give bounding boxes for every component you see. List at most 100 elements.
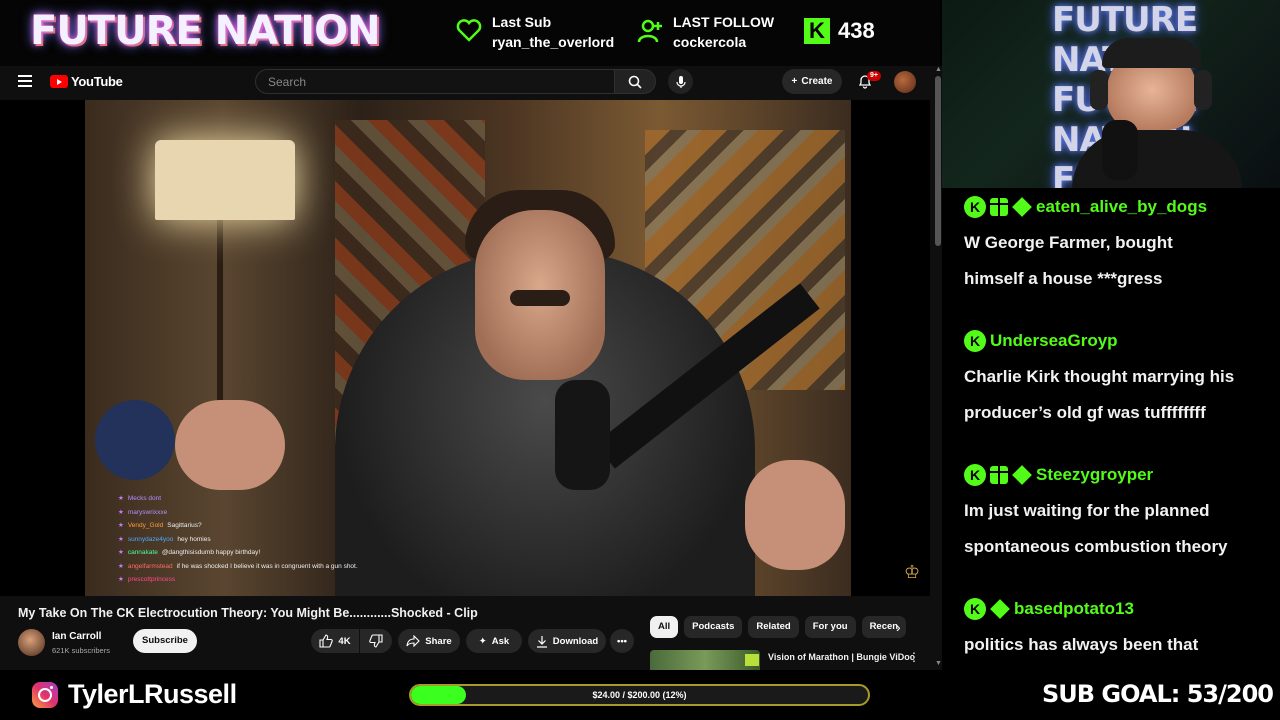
share-icon [406,635,421,647]
chip-podcasts[interactable]: Podcasts [684,616,743,638]
subscribe-button[interactable]: Subscribe [133,629,197,653]
gift-badge-icon [990,466,1008,484]
chat-text: spontaneous combustion theory [964,537,1228,556]
chip-related[interactable]: Related [748,616,799,638]
presenter-right-hand [745,460,845,570]
headset-right [1194,70,1212,110]
plus-icon: + [791,76,798,87]
search-input[interactable] [268,70,614,93]
video-title: My Take On The CK Electrocution Theory: … [18,606,478,620]
more-vertical-icon[interactable]: ⋮ [908,650,920,664]
chat-text: himself a house ***gress [964,269,1163,288]
create-label: Create [801,76,833,87]
account-avatar[interactable] [894,71,916,93]
diamond-badge-icon [1012,465,1032,485]
channel-subscriber-count: 621K subscribers [52,646,110,655]
channel-avatar[interactable] [18,629,45,656]
chat-text: W George Farmer, bought [964,233,1173,252]
kick-count-value: 438 [838,18,875,43]
last-sub-user: ryan_the_overlord [492,34,615,50]
donation-goal-text: $24.00 / $200.00 (12%) [592,690,687,700]
like-count: 4K [338,635,351,647]
presenter-mustache [510,290,570,306]
video-chat-row: ★ angelfarmstead if he was shocked I belie… [118,562,358,570]
webcam-feed: FUTURE NATION FUTURE NATION FUTURE NATIO… [942,0,1280,188]
download-button[interactable]: Download [528,629,606,653]
youtube-logo[interactable]: YouTube [50,74,123,89]
video-player[interactable]: ★ Mecks dont ★ maryswrixxxe ★ Vendy_Gold Sag… [0,100,930,596]
menu-icon[interactable] [18,75,32,87]
stream-bottom-bar: TylerLRussell $24.00 / $200.00 (12%) SUB… [0,670,1280,720]
globe [95,400,175,480]
more-actions-button[interactable]: ••• [610,629,634,653]
youtube-play-icon [50,75,68,88]
recommended-video-title[interactable]: Vision of Marathon | Bungie ViDoc [768,652,915,662]
download-label: Download [552,635,599,647]
chat-username[interactable]: basedpotato13 [1014,599,1134,619]
chat-text: producer’s old gf was tuffffffff [964,403,1206,422]
chat-message: K UnderseaGroyp Charlie Kirk thought mar… [964,329,1234,431]
chip-all[interactable]: All [650,616,679,638]
search-button[interactable] [614,69,656,94]
kick-logo-icon: K [804,18,830,44]
scroll-down-icon[interactable]: ▼ [935,660,942,667]
chevron-right-icon[interactable]: › [896,619,901,635]
chat-text: Im just waiting for the planned [964,501,1210,520]
kick-badge-icon: K [964,464,986,486]
youtube-logo-text: YouTube [71,74,123,89]
ask-label: Ask [491,635,510,647]
channel-name[interactable]: Ian Carroll [52,631,101,642]
stream-top-bar: FUTURE NATION Last Sub ryan_the_overlord… [0,0,940,66]
chat-message: K eaten_alive_by_dogs W George Farmer, b… [964,195,1207,297]
last-sub-label: Last Sub [492,14,552,30]
video-chat-row: ★ Mecks dont [118,495,162,502]
search-box[interactable] [255,69,615,94]
scroll-up-icon[interactable]: ▲ [935,66,942,73]
studio-microphone [555,380,610,490]
lamp-shade [155,140,295,220]
chat-username[interactable]: Steezygroyper [1036,465,1153,485]
chat-username[interactable]: UnderseaGroyp [990,331,1118,351]
chat-username[interactable]: eaten_alive_by_dogs [1036,197,1207,217]
youtube-window: YouTube + Create 9+ [0,66,942,670]
ask-button[interactable]: ✦ Ask [466,629,522,653]
brand-logo: FUTURE NATION [30,8,381,54]
instagram-icon [32,682,58,708]
presenter-left-hand [175,400,285,490]
crown-icon: ♔ [904,562,921,582]
dislike-button[interactable] [360,629,392,653]
recommended-video-thumbnail[interactable] [650,650,760,670]
sub-goal-counter: SUB GOAL: 53/200 [1042,680,1274,708]
video-chat-row: ★ prescottprincess [118,576,176,583]
like-button[interactable]: 4K [311,629,359,653]
video-chat-row: ★ maryswrixxxe [118,508,168,516]
video-chat-row: ★ Vendy_Gold Sagittarius? [118,522,202,529]
search-icon [628,75,642,89]
thumbs-up-icon [319,634,334,648]
share-label: Share [425,635,452,647]
microphone-icon [675,75,686,88]
download-icon [536,635,547,648]
video-chat-row: ★ cannakate @dangthisisdumb happy birthday… [118,549,261,556]
kick-badge-icon: K [964,330,986,352]
share-button[interactable]: Share [398,629,460,653]
social-handle: TylerLRussell [68,679,237,709]
streamer-cap [1102,38,1202,68]
voice-search-button[interactable] [668,69,693,94]
donation-goal-bar: $24.00 / $200.00 (12%) [409,684,870,706]
create-button[interactable]: + Create [782,69,842,94]
last-follow-label: LAST FOLLOW [673,14,775,30]
stream-chat: K eaten_alive_by_dogs W George Farmer, b… [942,188,1280,670]
last-follow-user: cockercola [673,34,747,50]
chat-message: K basedpotato13 politics has always been… [964,597,1198,663]
kick-badge-icon: K [964,598,986,620]
more-horizontal-icon: ••• [617,635,627,647]
chip-for-you[interactable]: For you [804,616,856,638]
diamond-badge-icon [990,599,1010,619]
scrollbar-thumb[interactable] [935,76,941,246]
headset-left [1090,70,1108,110]
video-chat-overlay: ★ Mecks dont ★ maryswrixxxe ★ Vendy_Gold Sag… [118,492,438,587]
video-chat-row: ★ sunnydaze4yoo hey homies [118,535,211,543]
chat-message: K Steezygroyper Im just waiting for the … [964,463,1228,565]
thumbs-down-icon [369,634,383,648]
